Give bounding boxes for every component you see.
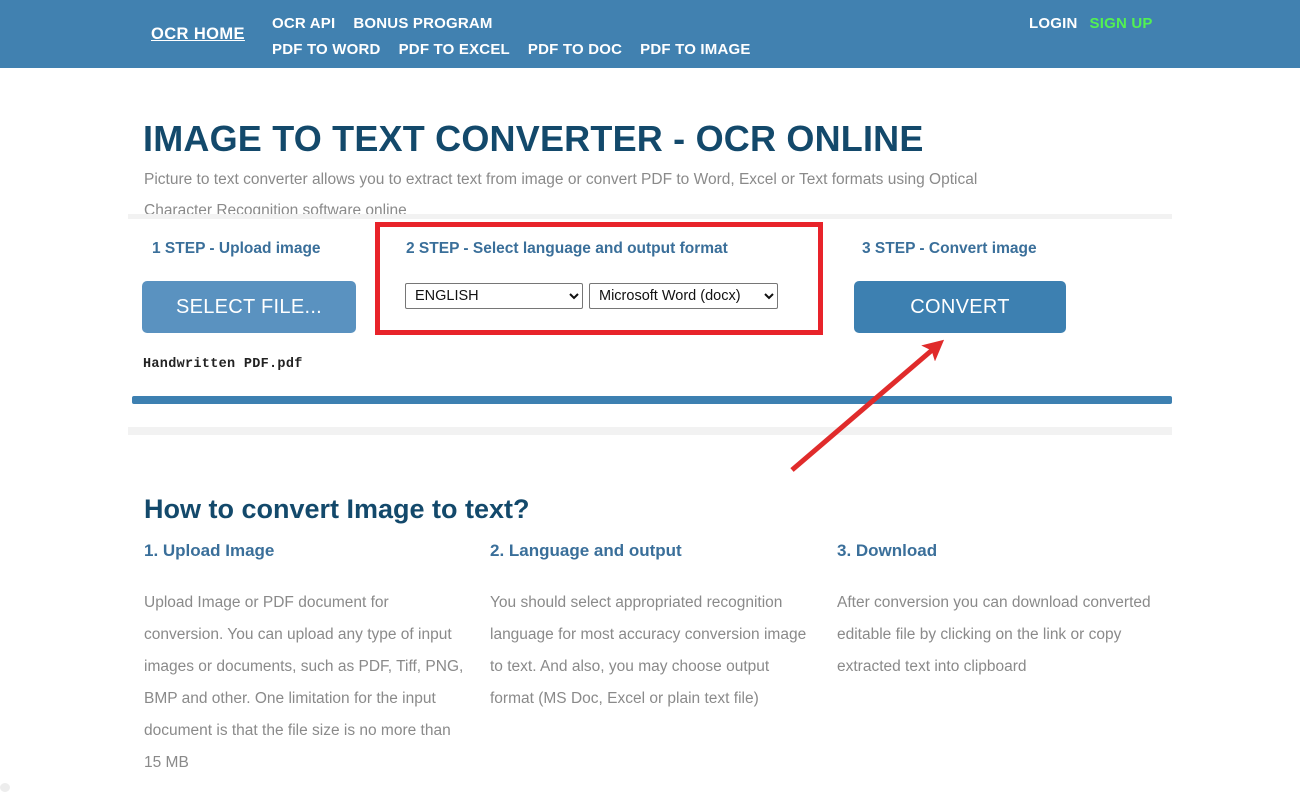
convert-button[interactable]: CONVERT: [854, 281, 1066, 333]
navbar-inner: OCR HOME OCR API BONUS PROGRAM PDF TO WOR…: [0, 0, 1300, 68]
nav-link-pdf-to-excel[interactable]: PDF TO EXCEL: [399, 37, 510, 63]
howto-column-body: After conversion you can download conver…: [837, 594, 1151, 675]
nav-link-pdf-to-image[interactable]: PDF TO IMAGE: [640, 37, 750, 63]
conversion-progress-bar: [132, 396, 1172, 404]
howto-column-upload-image: 1. Upload Image Upload Image or PDF docu…: [144, 541, 468, 779]
howto-column-language-and-output: 2. Language and output You should select…: [490, 541, 814, 715]
nav-login-link[interactable]: LOGIN: [1029, 15, 1078, 32]
selected-file-name: Handwritten PDF.pdf: [143, 357, 303, 372]
section-divider-bottom: [128, 427, 1172, 435]
select-file-button[interactable]: SELECT FILE...: [142, 281, 356, 333]
nav-link-bonus-program[interactable]: BONUS PROGRAM: [353, 11, 492, 37]
howto-section-title: How to convert Image to text?: [144, 494, 530, 525]
page-title: IMAGE TO TEXT CONVERTER - OCR ONLINE: [143, 118, 924, 160]
howto-column-body: Upload Image or PDF document for convers…: [144, 594, 464, 771]
nav-signup-link[interactable]: SIGN UP: [1090, 15, 1153, 32]
howto-column-heading: 1. Upload Image: [144, 541, 275, 560]
page-corner-mark: [0, 783, 10, 792]
language-select[interactable]: ENGLISH: [405, 283, 583, 309]
nav-links: OCR API BONUS PROGRAM PDF TO WORD PDF TO E…: [272, 11, 892, 63]
top-navbar: OCR HOME OCR API BONUS PROGRAM PDF TO WOR…: [0, 0, 1300, 68]
nav-link-pdf-to-doc[interactable]: PDF TO DOC: [528, 37, 622, 63]
nav-auth-group: LOGIN SIGN UP: [1029, 11, 1159, 37]
step-2-highlight-box: [375, 222, 823, 335]
nav-link-pdf-to-word[interactable]: PDF TO WORD: [272, 37, 381, 63]
section-divider-top: [128, 214, 1172, 219]
howto-column-download: 3. Download After conversion you can dow…: [837, 541, 1161, 683]
howto-column-heading: 2. Language and output: [490, 541, 682, 560]
howto-column-body: You should select appropriated recogniti…: [490, 594, 807, 707]
output-format-select[interactable]: Microsoft Word (docx): [589, 283, 778, 309]
step-2-label: 2 STEP - Select language and output form…: [406, 240, 728, 257]
arrow-shaft: [790, 339, 945, 472]
step-1-label: 1 STEP - Upload image: [152, 240, 321, 257]
nav-brand-ocr-home[interactable]: OCR HOME: [151, 25, 245, 44]
nav-link-ocr-api[interactable]: OCR API: [272, 11, 335, 37]
howto-column-heading: 3. Download: [837, 541, 938, 560]
step-3-label: 3 STEP - Convert image: [862, 240, 1037, 257]
